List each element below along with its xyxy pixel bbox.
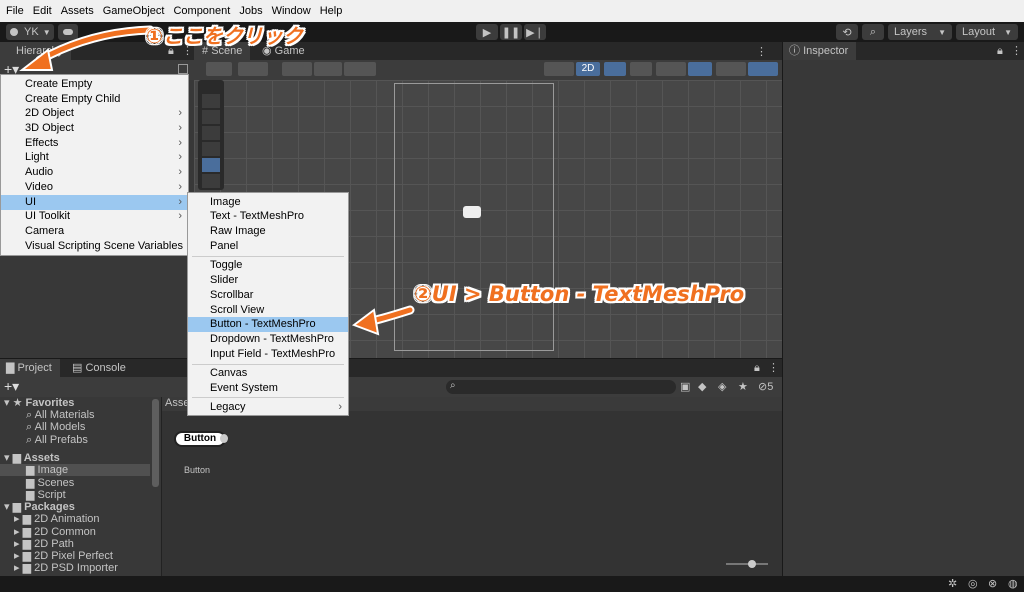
annotation-step1: ①ここをクリック [146, 24, 303, 48]
annotation-step2: ②UI > Button - TextMeshPro [414, 282, 745, 306]
